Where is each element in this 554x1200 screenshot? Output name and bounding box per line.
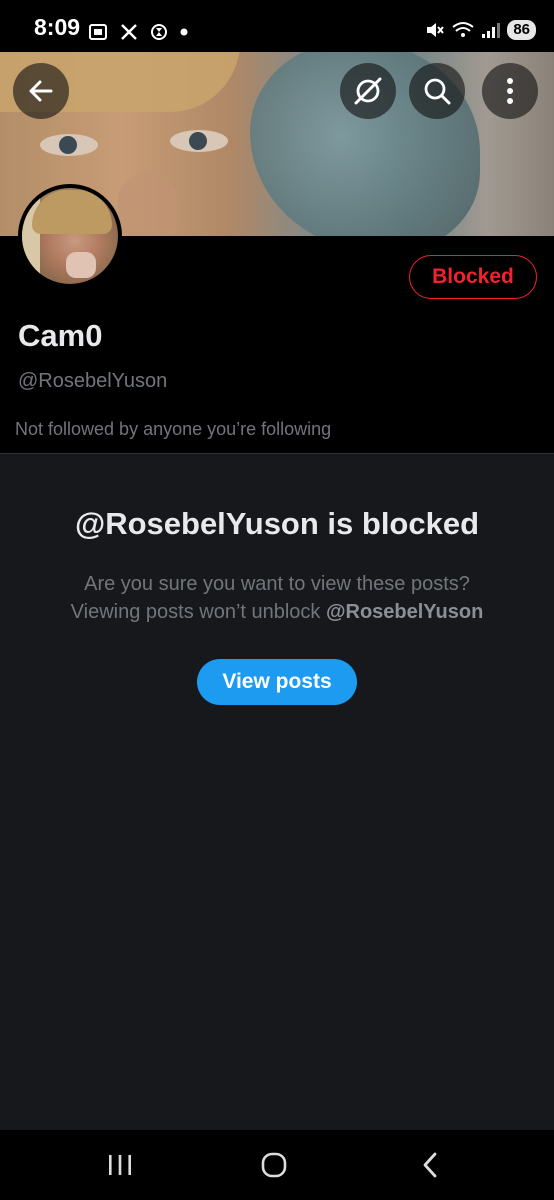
system-back-button[interactable] xyxy=(390,1130,470,1200)
back-button[interactable] xyxy=(13,63,69,119)
grok-button[interactable] xyxy=(340,63,396,119)
followers-you-know-note[interactable]: Not followed by anyone you’re following xyxy=(15,419,331,440)
recent-apps-button[interactable] xyxy=(80,1130,160,1200)
wifi-icon xyxy=(452,22,474,37)
search-button[interactable] xyxy=(409,63,465,119)
blocked-button[interactable]: Blocked xyxy=(409,255,537,299)
home-icon xyxy=(261,1152,287,1178)
more-vertical-icon xyxy=(507,78,513,104)
signal-icon xyxy=(482,23,501,38)
blocked-notice-title: @RosebelYuson is blocked xyxy=(74,506,480,541)
blocked-notice-line1: Are you sure you want to view these post… xyxy=(84,573,470,595)
search-icon xyxy=(424,78,451,105)
view-posts-button[interactable]: View posts xyxy=(197,659,357,705)
back-icon xyxy=(423,1152,437,1178)
screenshot-icon xyxy=(89,24,107,40)
blocked-notice-body: Are you sure you want to view these post… xyxy=(0,570,554,626)
more-options-button[interactable] xyxy=(482,63,538,119)
battery-level: 86 xyxy=(507,20,536,40)
recent-apps-icon xyxy=(109,1155,131,1175)
x-logo-icon xyxy=(121,24,137,40)
status-time: 8:09 xyxy=(34,14,81,40)
status-left-icons xyxy=(88,22,188,42)
status-bar: 8:09 86 xyxy=(0,0,554,52)
profile-handle: @RosebelYuson xyxy=(18,370,168,392)
home-button[interactable] xyxy=(234,1130,314,1200)
mute-icon xyxy=(427,23,445,37)
avatar[interactable] xyxy=(18,184,122,288)
display-name: Cam0 xyxy=(18,318,103,353)
timer-icon xyxy=(151,24,167,40)
system-nav-bar xyxy=(0,1130,554,1200)
status-right-icons: 86 xyxy=(425,20,536,40)
back-arrow-icon xyxy=(29,80,53,102)
notification-dot-icon xyxy=(180,28,188,36)
blocked-notice-handle: @RosebelYuson xyxy=(326,601,484,623)
blocked-notice-line2: Viewing posts won’t unblock @RosebelYuso… xyxy=(70,601,484,623)
grok-icon xyxy=(354,77,382,105)
